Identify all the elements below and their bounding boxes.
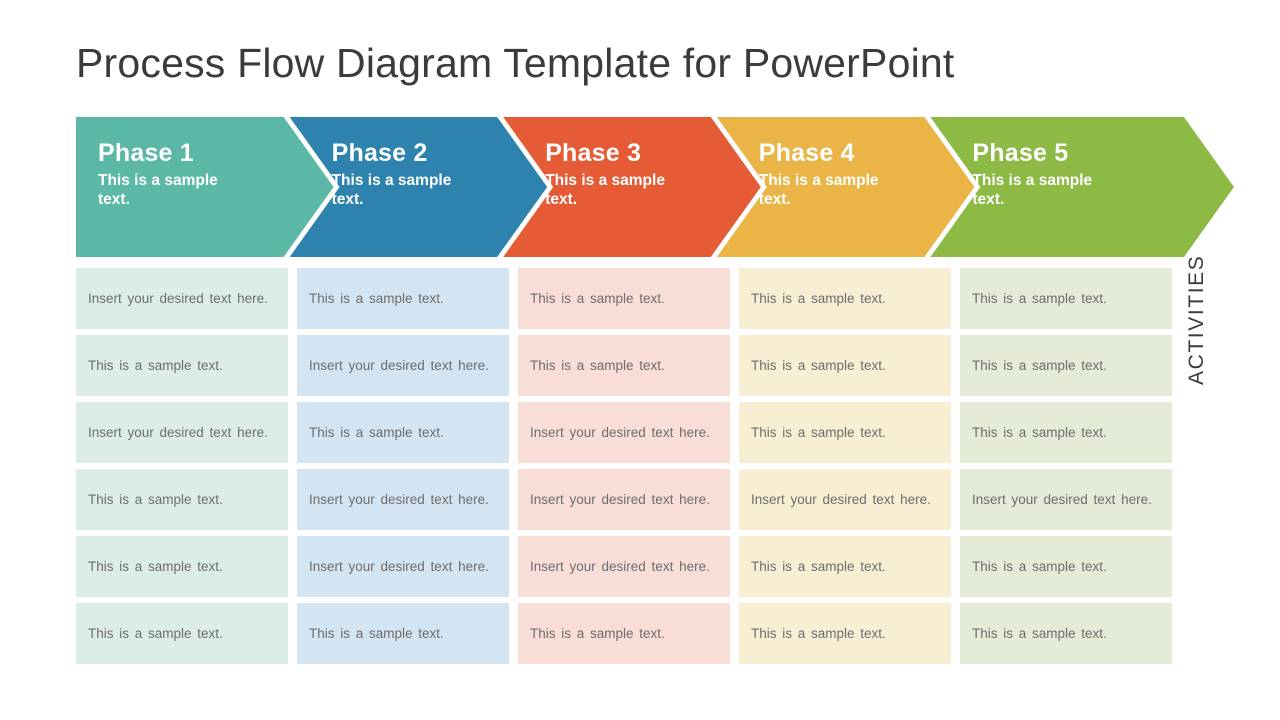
activity-cell-r2-c1[interactable]: This is a sample text. [76, 335, 288, 396]
page-title: Process Flow Diagram Template for PowerP… [76, 40, 955, 86]
activity-cell-r4-c4[interactable]: Insert your desired text here. [739, 469, 951, 530]
phase-title-2: Phase 2 [331, 139, 428, 167]
table-row: This is a sample text. Insert your desire… [76, 469, 1234, 530]
activity-cell-r5-c1[interactable]: This is a sample text. [76, 536, 288, 597]
activity-cell-r3-c2[interactable]: This is a sample text. [297, 402, 509, 463]
activity-cell-r6-c4[interactable]: This is a sample text. [739, 603, 951, 664]
activity-cell-r2-c4[interactable]: This is a sample text. [739, 335, 951, 396]
phase-subtitle-1: This is a sample text. [98, 172, 218, 208]
table-row: This is a sample text. Insert your desire… [76, 536, 1234, 597]
table-row: Insert your desired text here. This is a … [76, 402, 1234, 463]
phase-chevron-1[interactable]: Phase 1 This is a sample text. [76, 117, 334, 257]
phase-subtitle-5: This is a sample text. [972, 172, 1093, 208]
activity-cell-r5-c3[interactable]: Insert your desired text here. [518, 536, 730, 597]
phase-title-4: Phase 4 [758, 139, 855, 167]
phase-title-3: Phase 3 [545, 139, 642, 167]
activity-cell-r4-c2[interactable]: Insert your desired text here. [297, 469, 509, 530]
phase-chevron-5[interactable]: Phase 5 This is a sample text. [930, 117, 1234, 257]
activity-cell-r1-c1[interactable]: Insert your desired text here. [76, 268, 288, 329]
activities-axis-label: ACTIVITIES [1185, 254, 1208, 385]
activity-cell-r6-c3[interactable]: This is a sample text. [518, 603, 730, 664]
slide-canvas: Process Flow Diagram Template for PowerP… [0, 0, 1280, 720]
activity-cell-r4-c3[interactable]: Insert your desired text here. [518, 469, 730, 530]
activity-cell-r1-c3[interactable]: This is a sample text. [518, 268, 730, 329]
phase-subtitle-4: This is a sample text. [758, 172, 879, 208]
phase-subtitle-3: This is a sample text. [545, 172, 665, 208]
activity-cell-r3-c4[interactable]: This is a sample text. [739, 402, 951, 463]
activity-cell-r2-c2[interactable]: Insert your desired text here. [297, 335, 509, 396]
activity-cell-r4-c1[interactable]: This is a sample text. [76, 469, 288, 530]
activity-cell-r3-c5[interactable]: This is a sample text. [960, 402, 1172, 463]
activity-cell-r3-c3[interactable]: Insert your desired text here. [518, 402, 730, 463]
activity-cell-r6-c2[interactable]: This is a sample text. [297, 603, 509, 664]
activity-cell-r6-c1[interactable]: This is a sample text. [76, 603, 288, 664]
activity-cell-r5-c5[interactable]: This is a sample text. [960, 536, 1172, 597]
activity-cell-r4-c5[interactable]: Insert your desired text here. [960, 469, 1172, 530]
activity-cell-r1-c2[interactable]: This is a sample text. [297, 268, 509, 329]
table-row: This is a sample text. Insert your desire… [76, 335, 1234, 396]
phase-title-1: Phase 1 [98, 139, 194, 167]
phase-subtitle-2: This is a sample text. [331, 172, 452, 208]
phase-title-5: Phase 5 [972, 139, 1069, 167]
activity-cell-r1-c5[interactable]: This is a sample text. [960, 268, 1172, 329]
activity-cell-r5-c2[interactable]: Insert your desired text here. [297, 536, 509, 597]
activity-cell-r2-c5[interactable]: This is a sample text. [960, 335, 1172, 396]
activities-table: Insert your desired text here. This is a … [76, 268, 1234, 670]
activity-cell-r3-c1[interactable]: Insert your desired text here. [76, 402, 288, 463]
activity-cell-r6-c5[interactable]: This is a sample text. [960, 603, 1172, 664]
activity-cell-r1-c4[interactable]: This is a sample text. [739, 268, 951, 329]
table-row: This is a sample text. This is a sample t… [76, 603, 1234, 664]
table-row: Insert your desired text here. This is a … [76, 268, 1234, 329]
activity-cell-r2-c3[interactable]: This is a sample text. [518, 335, 730, 396]
activity-cell-r5-c4[interactable]: This is a sample text. [739, 536, 951, 597]
phase-flow-band: Phase 1 This is a sample text. Phase 2 This… [76, 117, 1234, 257]
